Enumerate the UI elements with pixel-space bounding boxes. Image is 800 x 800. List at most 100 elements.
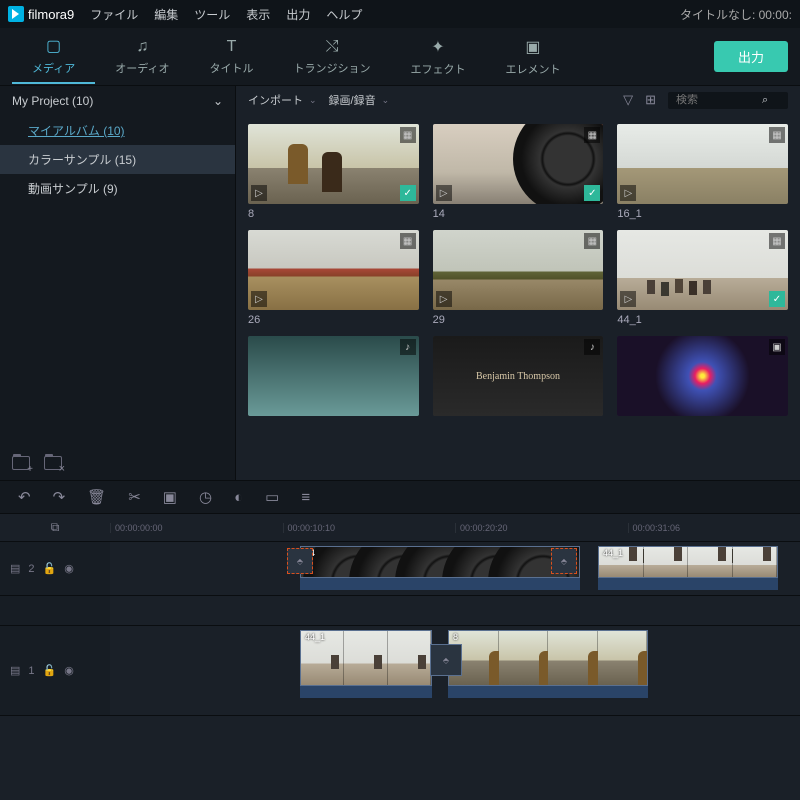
- media-clip[interactable]: ▦ ▷ 16_1: [617, 124, 788, 220]
- video-type-icon: ▦: [769, 127, 785, 143]
- text-icon: T: [227, 38, 237, 56]
- timeline-audio-bar[interactable]: [448, 686, 648, 698]
- video-type-icon: ▦: [769, 233, 785, 249]
- menu-view[interactable]: 表示: [246, 6, 270, 23]
- app-name: filmora: [28, 7, 67, 22]
- add-track-icon[interactable]: ⧉: [51, 520, 60, 535]
- visibility-icon[interactable]: ◉: [64, 664, 74, 677]
- timeline-clip-label: 44_1: [603, 548, 623, 558]
- play-icon: ▷: [436, 185, 452, 201]
- search-input[interactable]: ⌕: [668, 92, 788, 109]
- checkmark-icon: ✓: [400, 185, 416, 201]
- menu-tool[interactable]: ツール: [194, 6, 230, 23]
- lock-icon[interactable]: 🔓: [43, 664, 57, 677]
- tab-title[interactable]: T タイトル: [189, 32, 273, 82]
- sidebar: My Project (10) ⌄ マイアルバム (10) カラーサンプル (1…: [0, 86, 236, 480]
- timeline-audio-bar[interactable]: [598, 578, 778, 590]
- sidebar-item-color[interactable]: カラーサンプル (15): [0, 145, 235, 174]
- media-clip[interactable]: ▦▷29: [433, 230, 604, 326]
- clip-label: 16_1: [617, 208, 788, 220]
- media-clip[interactable]: Benjamin Thompson♪: [433, 336, 604, 420]
- transition-marker[interactable]: ⬘: [551, 548, 577, 574]
- menu-help[interactable]: ヘルプ: [326, 6, 362, 23]
- media-clip[interactable]: ▦ ▷ 26: [248, 230, 419, 326]
- color-icon[interactable]: ◐: [234, 489, 243, 506]
- clip-label: 14: [433, 208, 604, 220]
- timeline-audio-bar[interactable]: [300, 686, 432, 698]
- timeline-track-2: ▤ 2 🔓 ◉ 1444_1⬘⬘: [0, 542, 800, 596]
- timeline-ruler[interactable]: 00:00:00:00 00:00:10:10 00:00:20:20 00:0…: [110, 523, 800, 533]
- track-type-icon: ▤: [10, 562, 20, 575]
- app-version: 9: [67, 7, 74, 22]
- timeline-clip-label: 44_1: [305, 632, 325, 642]
- sidebar-item-album[interactable]: マイアルバム (10): [0, 116, 235, 145]
- media-clip[interactable]: ▣: [617, 336, 788, 420]
- app-logo: filmora9: [8, 6, 74, 22]
- visibility-icon[interactable]: ◉: [64, 562, 74, 575]
- track-type-icon: ▤: [10, 664, 20, 677]
- grid-view-icon[interactable]: ⊞: [645, 92, 656, 108]
- clip-label: 8: [248, 208, 419, 220]
- image-type-icon: ▣: [769, 339, 785, 355]
- play-icon: ▷: [620, 291, 636, 307]
- record-dropdown[interactable]: 録画/録音 ⌄: [329, 92, 390, 108]
- timeline-audio-bar[interactable]: [300, 578, 580, 590]
- delete-icon[interactable]: 🗑: [87, 488, 106, 506]
- tab-element[interactable]: ▣ エレメント: [485, 31, 580, 83]
- export-button[interactable]: 出力: [714, 41, 788, 72]
- menu-bar: ファイル 編集 ツール 表示 出力 ヘルプ: [90, 6, 362, 23]
- speed-icon[interactable]: ◷: [199, 488, 212, 506]
- timeline: ⧉ 00:00:00:00 00:00:10:10 00:00:20:20 00…: [0, 514, 800, 716]
- timeline-clip[interactable]: 14: [300, 546, 580, 578]
- filter-icon[interactable]: ▽: [623, 92, 633, 108]
- tool-tabs: ▢ メディア ♫ オーディオ T タイトル ⤭ トランジション ✦ エフェクト …: [0, 28, 800, 86]
- media-clip[interactable]: ▦▷✓44_1: [617, 230, 788, 326]
- redo-icon[interactable]: ↷: [53, 488, 66, 506]
- sidebar-item-video[interactable]: 動画サンプル (9): [0, 174, 235, 203]
- menu-file[interactable]: ファイル: [90, 6, 138, 23]
- track-number: 1: [28, 665, 34, 677]
- timeline-clip[interactable]: 8: [448, 630, 648, 686]
- tab-media[interactable]: ▢ メディア: [12, 30, 95, 84]
- timeline-clip[interactable]: 44_1: [598, 546, 778, 578]
- audio-type-icon: ♪: [400, 339, 416, 355]
- sidebar-header[interactable]: My Project (10) ⌄: [0, 86, 235, 116]
- timeline-clip[interactable]: 44_1: [300, 630, 432, 686]
- media-panel: インポート ⌄ 録画/録音 ⌄ ▽ ⊞ ⌕ ▦▷✓8▦▷✓14▦▷16_1▦▷2…: [236, 86, 800, 480]
- add-folder-icon[interactable]: [12, 456, 30, 470]
- crop-icon[interactable]: ▣: [163, 488, 177, 506]
- menu-output[interactable]: 出力: [286, 6, 310, 23]
- tab-effect[interactable]: ✦ エフェクト: [390, 31, 485, 83]
- chevron-down-icon: ⌄: [213, 94, 223, 108]
- settings-icon[interactable]: ≡: [301, 489, 310, 506]
- undo-icon[interactable]: ↶: [18, 488, 31, 506]
- lock-icon[interactable]: 🔓: [43, 562, 57, 575]
- edit-toolbar: ↶ ↷ 🗑 ✂ ▣ ◷ ◐ ▭ ≡: [0, 480, 800, 514]
- media-clip[interactable]: ♪: [248, 336, 419, 420]
- cut-icon[interactable]: ✂: [128, 488, 141, 506]
- checkmark-icon: ✓: [584, 185, 600, 201]
- screen-icon[interactable]: ▭: [265, 488, 279, 506]
- transition-marker[interactable]: ⬘: [287, 548, 313, 574]
- play-icon: ▷: [251, 291, 267, 307]
- play-icon: ▷: [436, 291, 452, 307]
- tab-audio[interactable]: ♫ オーディオ: [95, 32, 189, 82]
- video-type-icon: ▦: [400, 127, 416, 143]
- remove-folder-icon[interactable]: [44, 456, 62, 470]
- video-type-icon: ▦: [584, 127, 600, 143]
- play-icon: ▷: [251, 185, 267, 201]
- transition-icon: ⤭: [326, 38, 339, 56]
- tab-transition[interactable]: ⤭ トランジション: [273, 32, 390, 82]
- transition-marker[interactable]: ⬘: [430, 644, 462, 676]
- timeline-clip-label: 8: [453, 632, 458, 642]
- chevron-down-icon: ⌄: [382, 95, 390, 106]
- chevron-down-icon: ⌄: [309, 95, 317, 106]
- media-clip[interactable]: ▦ ▷ ✓ 14: [433, 124, 604, 220]
- menu-edit[interactable]: 編集: [154, 6, 178, 23]
- clip-label: 26: [248, 314, 419, 326]
- import-dropdown[interactable]: インポート ⌄: [248, 92, 317, 108]
- video-type-icon: ▦: [400, 233, 416, 249]
- play-icon: ▷: [620, 185, 636, 201]
- logo-icon: [8, 6, 24, 22]
- media-clip[interactable]: ▦ ▷ ✓ 8: [248, 124, 419, 220]
